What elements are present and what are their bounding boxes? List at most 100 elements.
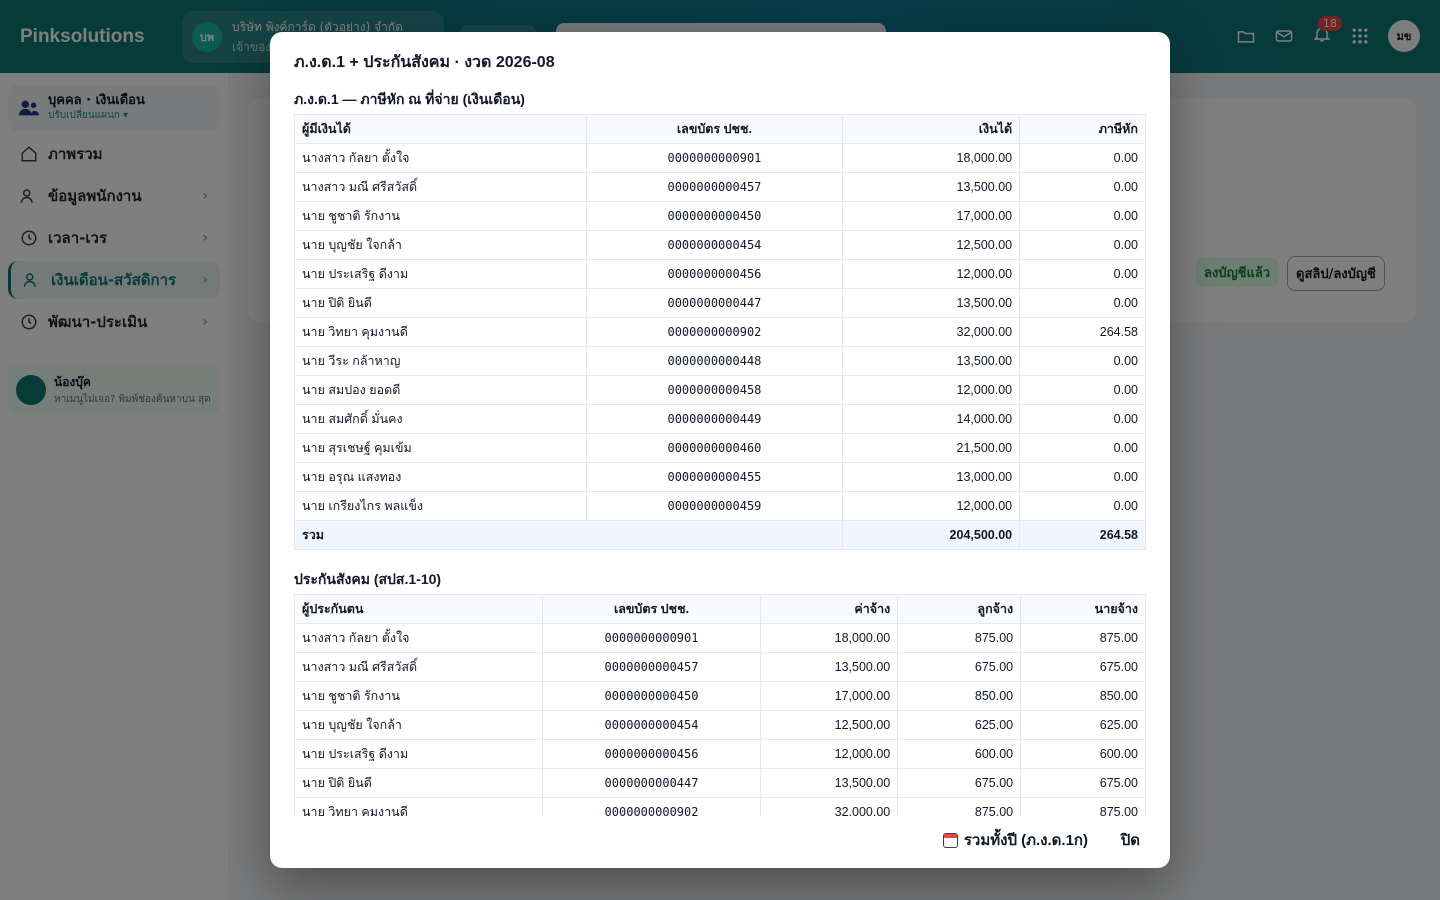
sso-table: ผู้ประกันตน เลขบัตร ปชช. ค่าจ้าง ลูกจ้าง… <box>294 594 1146 816</box>
employee-contribution: 600.00 <box>897 739 1022 769</box>
income-amount: 32,000.00 <box>842 317 1021 347</box>
table-row: นาย บุญชัย ใจกล้า 0000000000454 12,500.00 0… <box>294 230 1146 260</box>
table-row: นาย สมปอง ยอดดี 0000000000458 12,000.00 0.0… <box>294 375 1146 405</box>
wage-amount: 13,500.00 <box>760 652 899 682</box>
tax-amount: 0.00 <box>1019 491 1146 521</box>
column-header: ค่าจ้าง <box>760 594 899 624</box>
insured-name: นางสาว กัลยา ตั้งใจ <box>294 623 543 653</box>
tax-amount: 0.00 <box>1019 375 1146 405</box>
tax-amount: 0.00 <box>1019 143 1146 173</box>
payee-name: นางสาว มณี ศรีสวัสดิ์ <box>294 172 587 202</box>
national-id: 0000000000901 <box>541 623 762 653</box>
table-row: นาย วิทยา คุมงานดี 0000000000902 32,000.00… <box>294 797 1146 816</box>
tax-report-modal: ภ.ง.ด.1 + ประกันสังคม · งวด 2026-08 ภ.ง.… <box>270 32 1170 868</box>
modal-title: ภ.ง.ด.1 + ประกันสังคม · งวด 2026-08 <box>294 54 555 71</box>
national-id: 0000000000447 <box>585 288 844 318</box>
employee-contribution: 875.00 <box>897 797 1022 816</box>
national-id: 0000000000450 <box>585 201 844 231</box>
calendar-icon <box>942 832 958 848</box>
payee-name: นาย บุญชัย ใจกล้า <box>294 230 587 260</box>
national-id: 0000000000902 <box>541 797 762 816</box>
payee-name: นางสาว กัลยา ตั้งใจ <box>294 143 587 173</box>
payee-name: นาย สุรเชษฐ์ คุมเข้ม <box>294 433 587 463</box>
payee-name: นาย ชูชาติ รักงาน <box>294 201 587 231</box>
table-row: นาย ปิติ ยินดี 0000000000447 13,500.00 0.00 <box>294 288 1146 318</box>
payee-name: นาย วิทยา คุมงานดี <box>294 317 587 347</box>
employer-contribution: 675.00 <box>1020 652 1146 682</box>
wage-amount: 17,000.00 <box>760 681 899 711</box>
insured-name: นาย ปิติ ยินดี <box>294 768 543 798</box>
wage-amount: 12,000.00 <box>760 739 899 769</box>
tax-amount: 0.00 <box>1019 201 1146 231</box>
modal-body[interactable]: ภ.ง.ด.1 — ภาษีหัก ณ ที่จ่าย (เงินเดือน) … <box>294 88 1146 816</box>
employee-contribution: 850.00 <box>897 681 1022 711</box>
employee-contribution: 875.00 <box>897 623 1022 653</box>
total-label: รวม <box>294 520 844 550</box>
tax-amount: 0.00 <box>1019 462 1146 492</box>
income-amount: 13,000.00 <box>842 462 1021 492</box>
table-row: นางสาว กัลยา ตั้งใจ 0000000000901 18,000.0… <box>294 143 1146 173</box>
table-row: นางสาว มณี ศรีสวัสดิ์ 0000000000457 13,500… <box>294 172 1146 202</box>
employer-contribution: 625.00 <box>1020 710 1146 740</box>
national-id: 0000000000456 <box>585 259 844 289</box>
table-row: นาย สมศักดิ์ มั่นคง 0000000000449 14,000.0… <box>294 404 1146 434</box>
tax-amount: 264.58 <box>1019 317 1146 347</box>
total-tax: 264.58 <box>1019 520 1146 550</box>
tax-amount: 0.00 <box>1019 172 1146 202</box>
national-id: 0000000000455 <box>585 462 844 492</box>
national-id: 0000000000458 <box>585 375 844 405</box>
table-row: นาย ประเสริฐ ดีงาม 0000000000456 12,000.00… <box>294 739 1146 769</box>
income-amount: 13,500.00 <box>842 172 1021 202</box>
payee-name: นาย สมปอง ยอดดี <box>294 375 587 405</box>
national-id: 0000000000449 <box>585 404 844 434</box>
tax-amount: 0.00 <box>1019 288 1146 318</box>
insured-name: นาย ชูชาติ รักงาน <box>294 681 543 711</box>
employee-contribution: 675.00 <box>897 652 1022 682</box>
wage-amount: 18,000.00 <box>760 623 899 653</box>
wage-amount: 12,500.00 <box>760 710 899 740</box>
column-header: เงินได้ <box>842 114 1021 144</box>
close-button[interactable]: ปิด <box>1121 828 1140 852</box>
income-amount: 12,000.00 <box>842 491 1021 521</box>
income-amount: 18,000.00 <box>842 143 1021 173</box>
tax-amount: 0.00 <box>1019 230 1146 260</box>
table-row: นาย ชูชาติ รักงาน 0000000000450 17,000.00 0… <box>294 201 1146 231</box>
national-id: 0000000000447 <box>541 768 762 798</box>
national-id: 0000000000448 <box>585 346 844 376</box>
employer-contribution: 875.00 <box>1020 797 1146 816</box>
income-amount: 12,000.00 <box>842 259 1021 289</box>
wage-amount: 13,500.00 <box>760 768 899 798</box>
table-row: นาย อรุณ แสงทอง 0000000000455 13,000.00 0.0… <box>294 462 1146 492</box>
income-amount: 17,000.00 <box>842 201 1021 231</box>
column-header: เลขบัตร ปชช. <box>541 594 762 624</box>
payee-name: นาย อรุณ แสงทอง <box>294 462 587 492</box>
payee-name: นาย ปิติ ยินดี <box>294 288 587 318</box>
insured-name: นางสาว มณี ศรีสวัสดิ์ <box>294 652 543 682</box>
table-row: นาย ชูชาติ รักงาน 0000000000450 17,000.00 8… <box>294 681 1146 711</box>
employee-contribution: 625.00 <box>897 710 1022 740</box>
tax-amount: 0.00 <box>1019 433 1146 463</box>
national-id: 0000000000456 <box>541 739 762 769</box>
table-row: นาย เกรียงไกร พลแข็ง 0000000000459 12,000.… <box>294 491 1146 521</box>
national-id: 0000000000450 <box>541 681 762 711</box>
income-amount: 12,500.00 <box>842 230 1021 260</box>
tax-amount: 0.00 <box>1019 259 1146 289</box>
insured-name: นาย ประเสริฐ ดีงาม <box>294 739 543 769</box>
total-row: รวม 204,500.00 264.58 <box>294 520 1146 550</box>
table-row: นาย บุญชัย ใจกล้า 0000000000454 12,500.00 6… <box>294 710 1146 740</box>
national-id: 0000000000902 <box>585 317 844 347</box>
table-row: นาย ประเสริฐ ดีงาม 0000000000456 12,000.00… <box>294 259 1146 289</box>
annual-summary-label: รวมทั้งปี (ภ.ง.ด.1ก) <box>963 832 1088 849</box>
column-header: ผู้มีเงินได้ <box>294 114 587 144</box>
annual-summary-button[interactable]: รวมทั้งปี (ภ.ง.ด.1ก) <box>942 828 1088 852</box>
national-id: 0000000000457 <box>541 652 762 682</box>
income-amount: 14,000.00 <box>842 404 1021 434</box>
sso-section-title: ประกันสังคม (สปส.1-10) <box>294 571 442 587</box>
tax-amount: 0.00 <box>1019 404 1146 434</box>
national-id: 0000000000460 <box>585 433 844 463</box>
national-id: 0000000000454 <box>541 710 762 740</box>
payee-name: นาย สมศักดิ์ มั่นคง <box>294 404 587 434</box>
national-id: 0000000000459 <box>585 491 844 521</box>
table-row: นาย ปิติ ยินดี 0000000000447 13,500.00 675.… <box>294 768 1146 798</box>
table-row: นาย สุรเชษฐ์ คุมเข้ม 0000000000460 21,500.… <box>294 433 1146 463</box>
